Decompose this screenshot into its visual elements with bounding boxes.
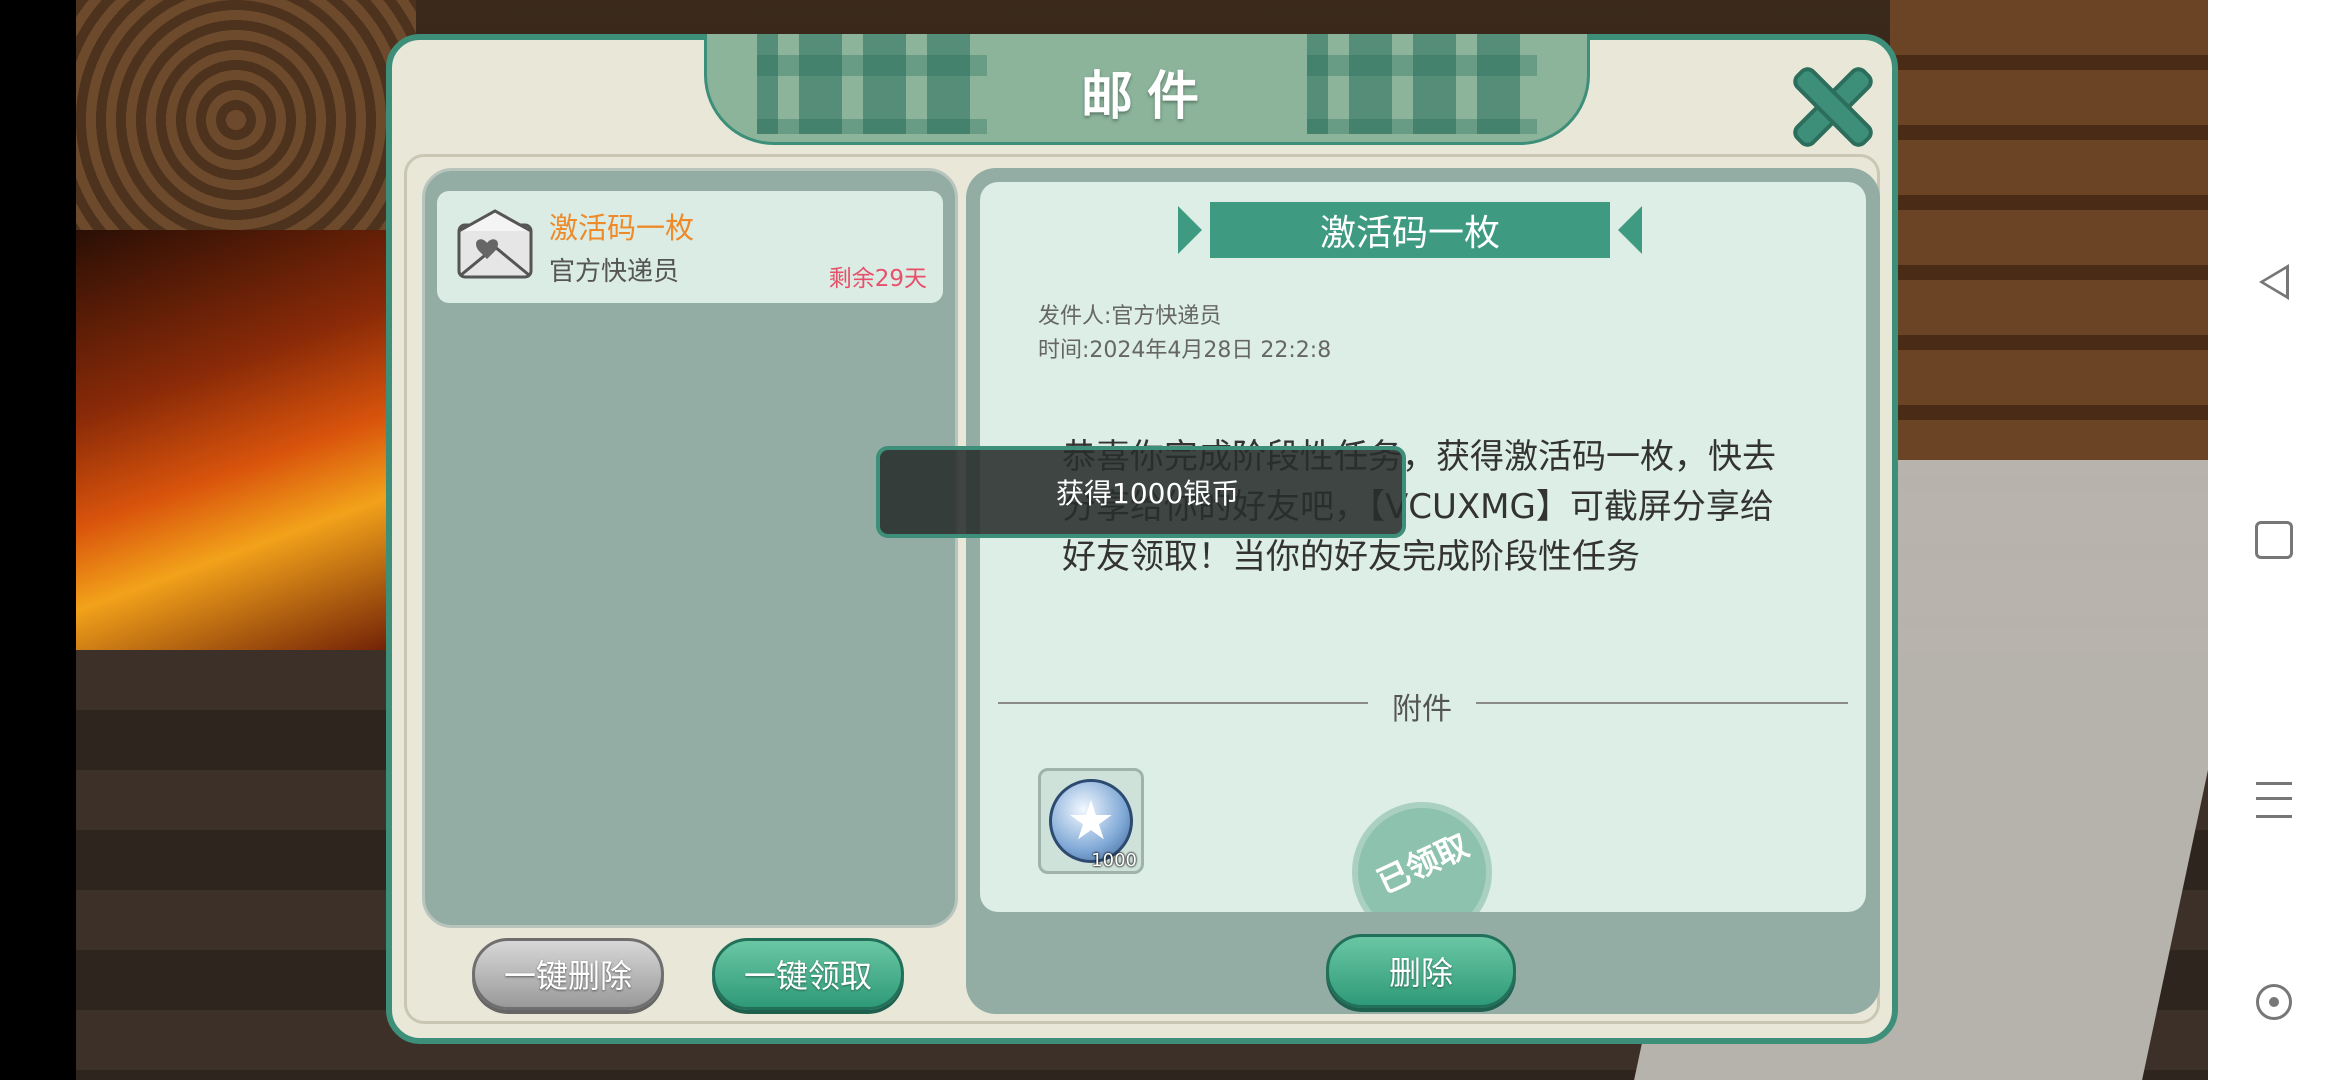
close-button[interactable] [1788, 62, 1878, 152]
dialog-title: 邮件 [1080, 67, 1213, 127]
delete-all-button[interactable]: 一键删除 [472, 938, 664, 1010]
toast-message: 获得1000银币 [876, 446, 1406, 538]
mail-detail-title: 激活码一枚 [1178, 202, 1642, 258]
divider [998, 702, 1368, 704]
mail-detail-panel: 激活码一枚 发件人:官方快递员 时间:2024年4月28日 22:2:8 恭喜你… [966, 168, 1880, 1014]
mail-item-title: 激活码一枚 [549, 211, 695, 245]
wood-block-decor [76, 0, 416, 240]
attachment-item[interactable]: ★ 1000 [1038, 768, 1144, 874]
close-icon [1788, 62, 1878, 152]
claim-all-button[interactable]: 一键领取 [712, 938, 904, 1010]
delete-button[interactable]: 删除 [1326, 934, 1516, 1008]
mail-item-sender: 官方快递员 [549, 257, 680, 287]
attachment-label: 附件 [1392, 692, 1452, 727]
home-icon[interactable] [2252, 518, 2296, 562]
fireplace-decor [76, 230, 416, 650]
mail-list-item[interactable]: 激活码一枚 官方快递员 剩余29天 [437, 191, 943, 303]
back-icon[interactable] [2252, 260, 2296, 304]
system-nav-bar [2208, 0, 2340, 1080]
claimed-stamp-label: 已领取 [1371, 826, 1475, 902]
attachment-count: 1000 [1091, 850, 1137, 871]
assistant-icon[interactable] [2252, 980, 2296, 1024]
divider [1476, 702, 1848, 704]
title-tab: 邮件 [704, 34, 1590, 145]
mail-item-remaining: 剩余29天 [828, 266, 927, 292]
mail-time: 时间:2024年4月28日 22:2:8 [1038, 338, 1332, 363]
mail-dialog: 邮件 激活码一枚 官方快递员 剩余29天 一键删除 一键领取 激活码一枚 发件人… [386, 34, 1898, 1044]
mail-content-card: 激活码一枚 发件人:官方快递员 时间:2024年4月28日 22:2:8 恭喜你… [980, 182, 1866, 912]
mail-sender: 发件人:官方快递员 [1038, 304, 1222, 329]
mail-list-panel: 激活码一枚 官方快递员 剩余29天 [422, 168, 958, 928]
claimed-stamp: 已领取 [1352, 802, 1492, 912]
menu-icon[interactable] [2252, 778, 2296, 822]
envelope-icon [457, 209, 533, 279]
